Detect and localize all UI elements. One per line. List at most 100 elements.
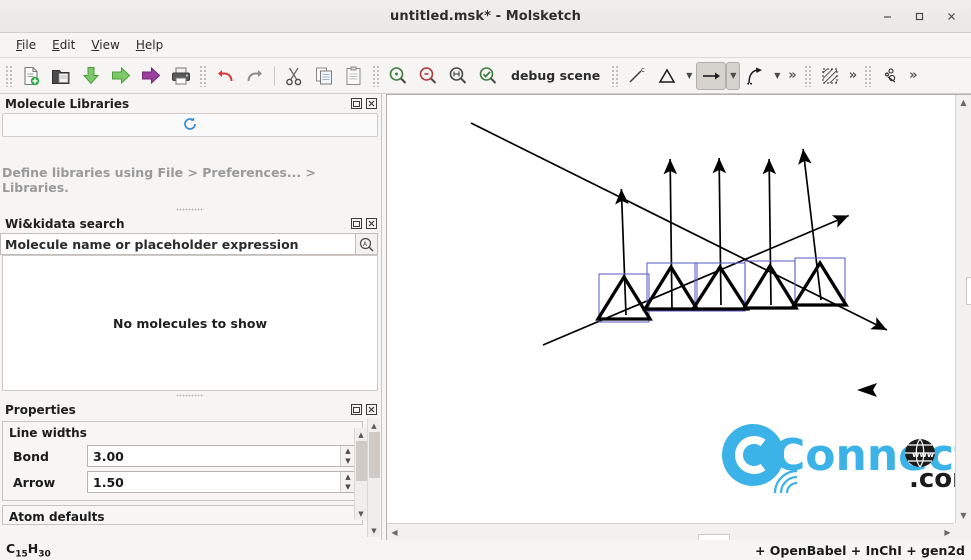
wikidata-panel-title: Wi&kidata search (5, 216, 125, 231)
open-folder-button[interactable] (46, 62, 76, 90)
zoom-reset-button[interactable] (473, 62, 503, 90)
arrow-width-input[interactable] (88, 472, 340, 492)
menu-edit[interactable]: Edit (44, 35, 83, 55)
molecule-result-list[interactable]: No molecules to show (2, 255, 378, 391)
canvas-horizontal-scrollbar[interactable]: ◀ ▶ (387, 523, 955, 540)
import-button[interactable] (106, 62, 136, 90)
scroll-right-button[interactable]: ▶ (940, 525, 955, 540)
save-button[interactable] (76, 62, 106, 90)
chevron-down-icon[interactable]: ▼ (341, 482, 355, 492)
menu-file[interactable]: File (8, 35, 44, 55)
curved-arrow-tool-button[interactable] (740, 62, 770, 90)
new-document-button[interactable] (16, 62, 46, 90)
ring-arrow-2[interactable] (663, 158, 678, 311)
export-button[interactable] (136, 62, 166, 90)
scroll-thumb[interactable] (965, 277, 971, 305)
redo-button[interactable] (240, 62, 270, 90)
dock-splitter-wikidata[interactable] (0, 391, 380, 400)
line-widths-title: Line widths (9, 426, 87, 440)
ring-arrow-4[interactable] (762, 158, 777, 306)
print-button[interactable] (166, 62, 196, 90)
cut-button[interactable] (279, 62, 309, 90)
toolbar-overflow-3[interactable]: » (905, 68, 921, 83)
globe-icon: www (905, 438, 935, 468)
close-icon[interactable] (365, 217, 378, 230)
toolbar-handle-edit[interactable] (199, 64, 207, 87)
scene-rings[interactable] (595, 257, 849, 323)
dock-vertical-splitter[interactable] (381, 94, 382, 540)
zoom-fit-button[interactable] (443, 62, 473, 90)
undo-button[interactable] (210, 62, 240, 90)
scene-arrows[interactable] (470, 122, 888, 346)
zoom-in-button[interactable] (383, 62, 413, 90)
toolbar-handle-draw[interactable] (611, 64, 620, 87)
frame-tool-button[interactable] (815, 62, 845, 90)
search-button[interactable]: A (356, 233, 378, 255)
scroll-up-button[interactable]: ▲ (355, 428, 368, 441)
close-icon[interactable] (365, 97, 378, 110)
scroll-thumb[interactable] (355, 441, 367, 481)
minimize-button[interactable] (873, 4, 901, 30)
arrow-width-row: Arrow ▲ ▼ (9, 470, 356, 494)
arrow-width-stepper[interactable]: ▲ ▼ (87, 471, 356, 493)
scroll-up-button[interactable]: ▲ (956, 95, 971, 110)
ring-arrow-1[interactable] (615, 188, 629, 316)
scroll-down-button[interactable]: ▼ (956, 508, 971, 523)
scroll-left-button[interactable]: ◀ (387, 525, 402, 540)
menu-file-label: ile (22, 38, 37, 52)
chevron-up-icon[interactable]: ▲ (341, 472, 355, 482)
chevron-down-icon[interactable]: ▼ (341, 456, 355, 466)
refresh-icon[interactable] (182, 116, 198, 135)
toolbar-handle-zoom[interactable] (372, 64, 380, 87)
chevron-down-icon: ▼ (774, 71, 781, 80)
menu-help[interactable]: Help (128, 35, 171, 55)
chevron-up-icon[interactable]: ▲ (341, 446, 355, 456)
canvas-vertical-scrollbar[interactable]: ▲ ▼ (955, 95, 971, 523)
bond-width-stepper[interactable]: ▲ ▼ (87, 445, 356, 467)
properties-outer-scrollbar[interactable]: ▲ ▼ (367, 419, 380, 537)
close-button[interactable] (937, 4, 965, 30)
toolbar-separator-1 (274, 65, 275, 86)
ring-arrow-3[interactable] (712, 157, 727, 306)
curved-arrow-tool-dropdown[interactable]: ▼ (770, 62, 784, 90)
close-icon[interactable] (365, 403, 378, 416)
ring-tool-dropdown[interactable]: ▼ (682, 62, 696, 90)
scroll-track[interactable] (355, 441, 368, 507)
copy-button[interactable] (309, 62, 339, 90)
arrow-width-arrows[interactable]: ▲ ▼ (340, 472, 355, 492)
maximize-button[interactable] (905, 4, 933, 30)
scroll-thumb[interactable] (368, 432, 380, 478)
toolbar-overflow-1[interactable]: » (784, 68, 800, 83)
scroll-down-button[interactable]: ▼ (368, 524, 381, 537)
bond-width-input[interactable] (88, 446, 340, 466)
toolbar-handle-frame[interactable] (803, 64, 812, 87)
toolbar-handle-file[interactable] (5, 64, 13, 87)
no-molecules-text: No molecules to show (112, 315, 268, 331)
toolbar-handle-mech[interactable] (864, 64, 873, 87)
ring-tool-button[interactable] (652, 62, 682, 90)
debug-scene-label[interactable]: debug scene (503, 68, 608, 83)
float-icon[interactable] (350, 217, 363, 230)
arrow-tool-dropdown[interactable]: ▼ (726, 61, 741, 90)
bond-width-arrows[interactable]: ▲ ▼ (340, 446, 355, 466)
properties-inner-scrollbar[interactable]: ▲ ▼ (354, 428, 367, 520)
zoom-out-button[interactable] (413, 62, 443, 90)
float-icon[interactable] (350, 97, 363, 110)
bond-tool-button[interactable]: c (622, 62, 652, 90)
svg-text:c: c (641, 66, 645, 74)
float-icon[interactable] (350, 403, 363, 416)
wikidata-panel-header: Wi&kidata search (0, 214, 380, 233)
mechanism-tool-button[interactable] (875, 62, 905, 90)
arrow-tool-button[interactable] (696, 61, 727, 90)
paste-button[interactable] (339, 62, 369, 90)
toolbar-overflow-2[interactable]: » (845, 68, 861, 83)
drawing-canvas[interactable]: Connect www .com (387, 95, 955, 523)
scroll-up-button[interactable]: ▲ (368, 419, 381, 432)
search-input[interactable] (0, 233, 356, 255)
scroll-down-button[interactable]: ▼ (355, 507, 368, 520)
title-bar: untitled.msk* - Molsketch (0, 0, 971, 33)
dock-splitter-library[interactable] (0, 205, 380, 214)
menu-view[interactable]: View (83, 35, 127, 55)
scroll-track[interactable] (368, 432, 381, 524)
bond-width-row: Bond ▲ ▼ (9, 444, 356, 468)
